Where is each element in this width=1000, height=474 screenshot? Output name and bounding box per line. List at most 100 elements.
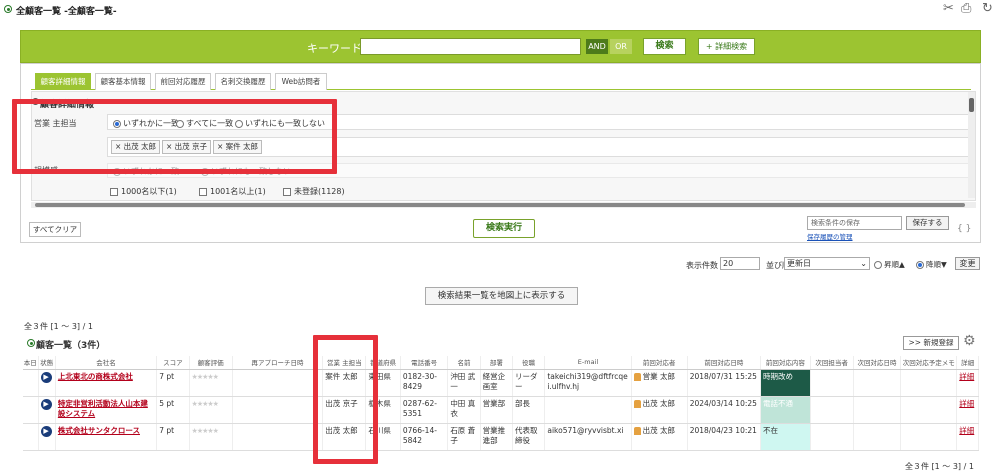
detail-cell[interactable]: 詳細: [956, 396, 979, 424]
search-button[interactable]: 検索: [643, 38, 686, 55]
size-option[interactable]: 未登録(1128): [283, 186, 345, 197]
highlight-box: [313, 335, 378, 464]
col-header[interactable]: 状態: [38, 356, 56, 370]
next-at-cell: [853, 396, 902, 424]
score-cell: 5 pt: [156, 396, 190, 424]
print-icon[interactable]: ⎙: [961, 1, 971, 16]
sort-descending[interactable]: 降順▼: [916, 259, 947, 270]
list-bullet-icon: [27, 339, 35, 347]
execute-search-button[interactable]: 検索実行: [473, 219, 535, 238]
rating-cell: ★★★★★: [189, 369, 233, 397]
title-cell: 代表取締役: [512, 423, 546, 451]
keyword-input[interactable]: [360, 38, 581, 55]
vertical-scrollbar[interactable]: [968, 92, 975, 198]
result-range-bottom: 全３件 [1 ～ 3] / 1: [905, 462, 974, 471]
col-header[interactable]: 詳細: [956, 356, 979, 370]
rating-cell: ★★★★★: [189, 396, 233, 424]
col-header[interactable]: 次回対応予定メモ: [900, 356, 958, 370]
size-option[interactable]: 1001名以上(1): [199, 186, 266, 197]
col-header[interactable]: 本日: [23, 356, 39, 370]
new-register-button[interactable]: >> 新規登録: [903, 336, 959, 350]
refresh-icon[interactable]: ↻: [982, 1, 993, 16]
table-row[interactable]: ▶ 上北東北の商株式会社 7 pt ★★★★★ 案件 太郎 東田県 0182-3…: [23, 369, 979, 397]
phone-cell: 0766-14-5842: [400, 423, 449, 451]
tab-basic-info[interactable]: 顧客基本情報: [95, 73, 151, 90]
company-cell[interactable]: 上北東北の商株式会社: [55, 369, 158, 397]
scroll-thumb[interactable]: [969, 98, 974, 112]
status-arrow-icon[interactable]: ▶: [40, 371, 52, 383]
page-title: 全顧客一覧 -全顧客一覧-: [16, 7, 117, 17]
status-arrow-icon[interactable]: ▶: [40, 425, 52, 437]
next-at-cell: [853, 369, 902, 397]
rating-stars-icon: ★★★★★: [191, 372, 219, 381]
clear-all-button[interactable]: すべてクリア: [29, 222, 81, 237]
col-header[interactable]: 前回対応日時: [687, 356, 762, 370]
name-cell: 中田 真衣: [447, 396, 481, 424]
title-cell: 部長: [512, 396, 546, 424]
next-owner-cell: [810, 423, 854, 451]
show-on-map-button[interactable]: 検索結果一覧を地図上に表示する: [425, 287, 578, 305]
advanced-search-button[interactable]: + 詳細検索: [698, 38, 755, 55]
last-content-cell: 不在: [760, 423, 811, 451]
change-button[interactable]: 変更: [955, 257, 980, 270]
size-option[interactable]: 1000名以下(1): [110, 186, 177, 197]
col-header[interactable]: 前回対応者: [631, 356, 688, 370]
tab-web-visitor[interactable]: Web訪問者: [275, 73, 327, 90]
last-at-cell: 2024/03/14 10:25: [687, 396, 762, 424]
company-cell[interactable]: 特定非営利活動法人山本建設システム: [55, 396, 158, 424]
status-cell: ▶: [38, 423, 56, 451]
col-header[interactable]: スコア: [156, 356, 190, 370]
save-button[interactable]: 保存する: [906, 216, 949, 230]
horizontal-scrollbar[interactable]: [31, 202, 976, 208]
status-cell: ▶: [38, 396, 56, 424]
last-by-cell: 出茂 太郎: [631, 423, 688, 451]
result-range: 全３件 [1 ～ 3] / 1: [24, 322, 93, 331]
dept-cell: 経営企画室: [480, 369, 514, 397]
dept-cell: 営業推進部: [480, 423, 514, 451]
sort-select[interactable]: 更新日 ⌄: [784, 257, 870, 270]
rating-stars-icon: ★★★★★: [191, 399, 219, 408]
col-header[interactable]: 前回対応内容: [760, 356, 811, 370]
col-header[interactable]: 部署: [480, 356, 514, 370]
list-title: 顧客一覧（3件）: [36, 341, 106, 351]
and-toggle[interactable]: AND: [586, 39, 608, 54]
customer-table: 本日 状態 会社名 スコア 顧客評価 再アプローチ日時 営業 主担当 都道府県 …: [23, 356, 979, 451]
gear-icon[interactable]: ⚙: [963, 333, 976, 349]
col-header[interactable]: 次回対応日時: [853, 356, 902, 370]
last-at-cell: 2018/04/23 10:21: [687, 423, 762, 451]
save-history-link[interactable]: 保存履歴の管理: [807, 231, 853, 241]
count-input[interactable]: 20: [720, 257, 760, 270]
detail-cell[interactable]: 詳細: [956, 423, 979, 451]
col-header[interactable]: 名前: [447, 356, 481, 370]
last-by-cell: 営業 太郎: [631, 369, 688, 397]
col-header[interactable]: 顧客評価: [189, 356, 233, 370]
tab-card-exchange[interactable]: 名刺交換履歴: [215, 73, 271, 90]
table-row[interactable]: ▶ 株式会社サンタクロース 7 pt ★★★★★ 出茂 太郎 石川県 0766-…: [23, 423, 979, 451]
email-cell: takeichi319@dftfrcqei.ulfhv.hj: [544, 369, 632, 397]
col-header[interactable]: 会社名: [55, 356, 158, 370]
col-header[interactable]: 次回担当者: [810, 356, 854, 370]
person-icon: [633, 372, 641, 381]
tab-detail-info[interactable]: 顧客詳細情報: [35, 73, 91, 90]
code-toggle-icon[interactable]: { }: [957, 224, 971, 234]
sort-ascending[interactable]: 昇順▲: [874, 259, 905, 270]
next-owner-cell: [810, 369, 854, 397]
rating-stars-icon: ★★★★★: [191, 426, 219, 435]
today-cell: [23, 423, 39, 451]
col-header[interactable]: 役職: [512, 356, 546, 370]
radio-checked-icon: [916, 261, 924, 269]
col-header[interactable]: 再アプローチ日時: [232, 356, 324, 370]
detail-cell[interactable]: 詳細: [956, 369, 979, 397]
tools-icon[interactable]: ✂: [943, 1, 954, 16]
status-arrow-icon[interactable]: ▶: [40, 398, 52, 410]
table-row[interactable]: ▶ 特定非営利活動法人山本建設システム 5 pt ★★★★★ 出茂 京子 栃木県…: [23, 396, 979, 424]
tab-last-contact[interactable]: 前回対応履歴: [155, 73, 211, 90]
or-toggle[interactable]: OR: [610, 39, 632, 54]
email-cell: aiko571@ryvvisbt.xi: [544, 423, 632, 451]
save-condition-input[interactable]: 検索条件の保存: [807, 216, 902, 230]
col-header[interactable]: 電話番号: [400, 356, 449, 370]
company-cell[interactable]: 株式会社サンタクロース: [55, 423, 158, 451]
scroll-thumb[interactable]: [35, 203, 965, 207]
col-header[interactable]: E-mail: [544, 356, 632, 370]
keyword-label: キーワード: [307, 42, 362, 55]
